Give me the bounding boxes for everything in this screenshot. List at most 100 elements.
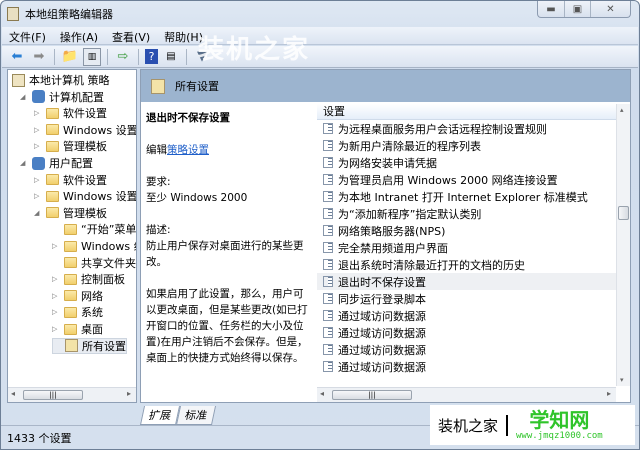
expand-arrow-icon[interactable]: ▷ xyxy=(52,308,60,316)
expand-arrow-icon[interactable]: ▷ xyxy=(34,126,42,134)
close-button[interactable]: ✕ xyxy=(590,1,630,17)
tab-standard[interactable]: 标准 xyxy=(175,406,217,425)
list-item[interactable]: 为新用户清除最近的程序列表 xyxy=(317,137,616,154)
policy-setting-icon xyxy=(323,174,333,185)
tree-item[interactable]: ◢ 计算机配置 xyxy=(20,89,104,105)
list-item[interactable]: 为网络安装申请凭据 xyxy=(317,154,616,171)
tree-item[interactable]: ▷ 系统 xyxy=(52,304,103,320)
tree-item[interactable]: ◢ 用户配置 xyxy=(20,155,93,171)
all-settings-icon xyxy=(65,339,78,353)
list-item[interactable]: 网络策略服务器(NPS) xyxy=(317,222,616,239)
tree-item-label: Windows 设置 xyxy=(63,190,137,204)
tree-item[interactable]: ▷ 管理模板 xyxy=(34,138,107,154)
tree-item[interactable]: ▷ 控制面板 xyxy=(52,271,125,287)
menu-view[interactable]: 查看(V) xyxy=(105,27,157,44)
tree-item-label: 共享文件夹 xyxy=(81,256,136,270)
tree-item[interactable]: ▷ Windows 设置 xyxy=(34,122,136,138)
expand-arrow-icon[interactable]: ◢ xyxy=(34,209,42,217)
tree-item[interactable]: “开始”菜单 xyxy=(52,221,136,237)
view-tabs: 扩展 标准 xyxy=(139,406,217,425)
list-item[interactable]: 通过域访问数据源 xyxy=(317,324,616,341)
back-icon[interactable]: ⬅ xyxy=(8,48,26,66)
expand-arrow-icon[interactable]: ▷ xyxy=(34,176,42,184)
menu-file[interactable]: 文件(F) xyxy=(2,27,53,44)
help-icon[interactable]: ? xyxy=(145,49,158,64)
folder-icon xyxy=(46,107,59,119)
list-item[interactable]: 完全禁用频道用户界面 xyxy=(317,239,616,256)
tree-item[interactable]: 共享文件夹 xyxy=(52,255,136,271)
policy-setting-icon xyxy=(323,242,333,253)
expand-arrow-icon[interactable]: ▷ xyxy=(52,242,60,250)
expand-arrow-icon[interactable]: ◢ xyxy=(20,93,28,101)
policy-settings-link[interactable]: 策略设置 xyxy=(167,144,209,156)
tree-item[interactable]: ◢ 管理模板 xyxy=(34,205,107,221)
all-settings-icon xyxy=(151,78,165,94)
tree-item-label: “开始”菜单 xyxy=(81,223,137,237)
menu-action[interactable]: 操作(A) xyxy=(53,27,105,44)
tree-item-label: 管理模板 xyxy=(63,140,107,154)
tree-item[interactable]: ▷ Windows 组件 xyxy=(52,238,136,254)
show-hide-tree-icon[interactable]: ▥ xyxy=(83,47,101,66)
tree-item[interactable]: ▷ Windows 设置 xyxy=(34,188,137,204)
expand-arrow-icon[interactable]: ▷ xyxy=(34,192,42,200)
list-vertical-scrollbar[interactable]: ▴ ▾ xyxy=(616,104,630,386)
separator xyxy=(54,48,55,65)
list-item-label: 同步运行登录脚本 xyxy=(338,292,426,306)
tree-item[interactable]: ▷ 软件设置 xyxy=(34,172,107,188)
list-item[interactable]: 为“添加新程序”指定默认类别 xyxy=(317,205,616,222)
policy-setting-icon xyxy=(323,259,333,270)
policy-setting-icon xyxy=(323,208,333,219)
list-item-label: 通过域访问数据源 xyxy=(338,309,426,323)
list-item[interactable]: 同步运行登录脚本 xyxy=(317,290,616,307)
list-item[interactable]: 通过域访问数据源 xyxy=(317,307,616,324)
expand-arrow-icon[interactable]: ▷ xyxy=(52,325,60,333)
list-item[interactable]: 为远程桌面服务用户会话远程控制设置规则 xyxy=(317,120,616,137)
policy-setting-icon xyxy=(323,344,333,355)
separator xyxy=(138,48,139,65)
list-item[interactable]: 退出时不保存设置 xyxy=(317,273,616,290)
policy-setting-icon xyxy=(323,191,333,202)
brand-url: www.jmqz1000.com xyxy=(516,431,603,441)
tree-item[interactable]: 所有设置 xyxy=(52,337,127,354)
separator xyxy=(186,48,187,65)
tree-item[interactable]: ▷ 桌面 xyxy=(52,321,103,337)
list-item[interactable]: 通过域访问数据源 xyxy=(317,358,616,375)
list-item-label: 完全禁用频道用户界面 xyxy=(338,241,448,255)
list-item[interactable]: 为本地 Intranet 打开 Internet Explorer 标准模式 xyxy=(317,188,616,205)
list-item[interactable]: 为管理员启用 Windows 2000 网络连接设置 xyxy=(317,171,616,188)
list-item-label: 通过域访问数据源 xyxy=(338,326,426,340)
tree-item-label: 控制面板 xyxy=(81,273,125,287)
expand-arrow-icon[interactable]: ▷ xyxy=(52,275,60,283)
minimize-button[interactable]: ▬ xyxy=(538,1,564,17)
list-item[interactable]: 退出系统时清除最近打开的文档的历史 xyxy=(317,256,616,273)
folder-icon xyxy=(64,240,77,252)
tree-item[interactable]: ▷ 网络 xyxy=(52,288,103,304)
maximize-button[interactable]: ▣ xyxy=(564,1,590,17)
tree-item[interactable]: 本地计算机 策略 xyxy=(12,72,110,88)
tree-horizontal-scrollbar[interactable]: ◂ ||| ▸ xyxy=(8,387,136,402)
list-item-label: 网络策略服务器(NPS) xyxy=(338,224,446,238)
list-item-label: 通过域访问数据源 xyxy=(338,360,426,374)
expand-arrow-icon[interactable]: ◢ xyxy=(20,159,28,167)
list-item-label: 通过域访问数据源 xyxy=(338,343,426,357)
list-horizontal-scrollbar[interactable]: ◂ ||| ▸ xyxy=(317,387,616,402)
brand-left: 装机之家 xyxy=(430,414,509,436)
export-list-icon[interactable]: ⇨ xyxy=(114,48,132,66)
requirements-value: 至少 Windows 2000 xyxy=(146,192,248,204)
folder-icon xyxy=(64,273,77,285)
title-bar: 本地组策略编辑器 xyxy=(7,5,113,23)
tree-item[interactable]: ▷ 软件设置 xyxy=(34,105,107,121)
forward-icon[interactable]: ➡ xyxy=(30,48,48,66)
tab-extended[interactable]: 扩展 xyxy=(139,406,181,425)
expand-arrow-icon[interactable]: ▷ xyxy=(34,109,42,117)
window-title: 本地组策略编辑器 xyxy=(25,8,113,21)
expand-arrow-icon[interactable]: ▷ xyxy=(52,292,60,300)
show-action-pane-icon[interactable]: ▤ xyxy=(162,48,180,66)
column-header-setting[interactable]: 设置 xyxy=(317,104,616,120)
folder-icon xyxy=(64,290,77,302)
up-folder-icon[interactable]: 📁 xyxy=(61,48,79,66)
requirements-label: 要求: xyxy=(146,176,171,188)
policy-icon xyxy=(12,73,25,87)
list-item[interactable]: 通过域访问数据源 xyxy=(317,341,616,358)
expand-arrow-icon[interactable]: ▷ xyxy=(34,142,42,150)
